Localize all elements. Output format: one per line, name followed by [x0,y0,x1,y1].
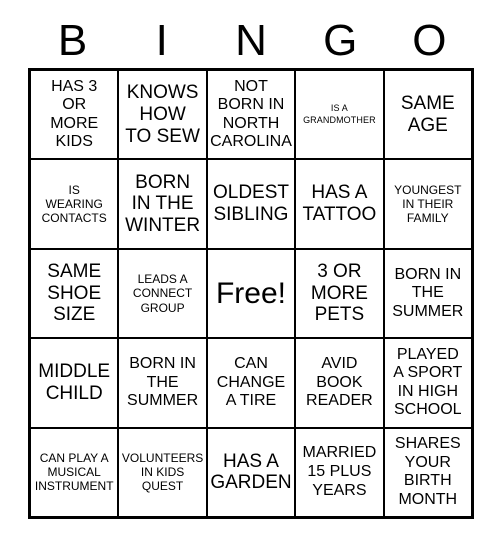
bingo-cell-label: HAS A GARDEN [210,450,292,494]
bingo-cell[interactable]: OLDEST SIBLING [207,160,295,248]
bingo-cell-label: SAME SHOE SIZE [47,261,102,326]
bingo-cell[interactable]: BORN IN THE WINTER [119,160,206,248]
bingo-cell[interactable]: SHARES YOUR BIRTH MONTH [384,428,471,516]
bingo-cell[interactable]: MARRIED 15 PLUS YEARS [296,428,383,516]
bingo-cell[interactable]: YOUNGEST IN THEIR FAMILY [384,160,471,248]
bingo-cell-label: PLAYED A SPORT IN HIGH SCHOOL [393,345,463,419]
bingo-cell-free[interactable]: Free! [207,249,295,338]
bingo-cell-label: SAME AGE [400,93,455,136]
bingo-cell[interactable]: HAS A GARDEN [207,428,295,516]
header-letter-i: I [155,16,168,65]
bingo-cell-label: CAN CHANGE A TIRE [216,355,286,410]
bingo-cell[interactable]: MIDDLE CHILD [31,339,118,427]
bingo-cell-label: KNOWS HOW TO SEW [125,82,200,147]
header-letter-g: G [323,16,358,65]
bingo-cell[interactable]: VOLUNTEERS IN KIDS QUEST [119,428,206,516]
bingo-cell[interactable]: HAS 3 OR MORE KIDS [31,71,118,159]
header-letter-n: N [235,16,267,65]
bingo-cell[interactable]: CAN CHANGE A TIRE [207,339,295,427]
bingo-header-row: B I N G O [28,14,474,68]
bingo-cell-label: HAS 3 OR MORE KIDS [50,77,99,151]
bingo-cell-label: SHARES YOUR BIRTH MONTH [394,435,461,508]
bingo-cell-label: OLDEST SIBLING [212,182,289,226]
header-letter-b: B [57,16,88,65]
bingo-cell-label: BORN IN THE WINTER [125,171,201,236]
bingo-cell[interactable]: NOT BORN IN NORTH CAROLINA [207,71,295,159]
bingo-cell[interactable]: SAME SHOE SIZE [31,249,118,338]
bingo-cell-label: IS A GRANDMOTHER [303,103,376,125]
header-letter-o: O [412,16,447,65]
bingo-cell-label: YOUNGEST IN THEIR FAMILY [394,182,462,226]
bingo-cell-label: LEADS A CONNECT GROUP [132,271,193,315]
bingo-cell[interactable]: HAS A TATTOO [296,160,383,248]
bingo-cell-label: NOT BORN IN NORTH CAROLINA [210,77,292,151]
bingo-cell-label: MARRIED 15 PLUS YEARS [302,444,377,499]
bingo-cell[interactable]: LEADS A CONNECT GROUP [119,249,206,338]
bingo-cell[interactable]: BORN IN THE SUMMER [384,249,471,338]
bingo-cell-label: CAN PLAY A MUSICAL INSTRUMENT [34,450,114,494]
bingo-cell[interactable]: IS A GRANDMOTHER [296,71,383,159]
bingo-cell-label: BORN IN THE SUMMER [392,265,464,320]
bingo-cell[interactable]: SAME AGE [384,71,471,159]
bingo-grid: HAS 3 OR MORE KIDS KNOWS HOW TO SEW NOT BO… [28,68,474,519]
bingo-cell[interactable]: PLAYED A SPORT IN HIGH SCHOOL [384,339,471,427]
bingo-cell[interactable]: CAN PLAY A MUSICAL INSTRUMENT [31,428,118,516]
bingo-cell-label: BORN IN THE SUMMER [127,355,199,410]
bingo-cell-label: MIDDLE CHILD [38,361,111,404]
bingo-card: B I N G O HAS 3 OR MORE KIDS KNOWS HOW TO… [0,0,501,544]
bingo-cell-label: AVID BOOK READER [306,355,373,410]
bingo-cell-label: VOLUNTEERS IN KIDS QUEST [121,450,204,494]
bingo-cell[interactable]: KNOWS HOW TO SEW [119,71,206,159]
bingo-cell[interactable]: AVID BOOK READER [296,339,383,427]
bingo-cell[interactable]: 3 OR MORE PETS [296,249,383,338]
bingo-cell-label: IS WEARING CONTACTS [41,182,107,226]
bingo-cell[interactable]: BORN IN THE SUMMER [119,339,206,427]
bingo-cell-label: 3 OR MORE PETS [310,261,368,326]
bingo-cell-label: HAS A TATTOO [302,182,377,226]
free-space-label: Free! [215,276,286,310]
bingo-cell[interactable]: IS WEARING CONTACTS [31,160,118,248]
